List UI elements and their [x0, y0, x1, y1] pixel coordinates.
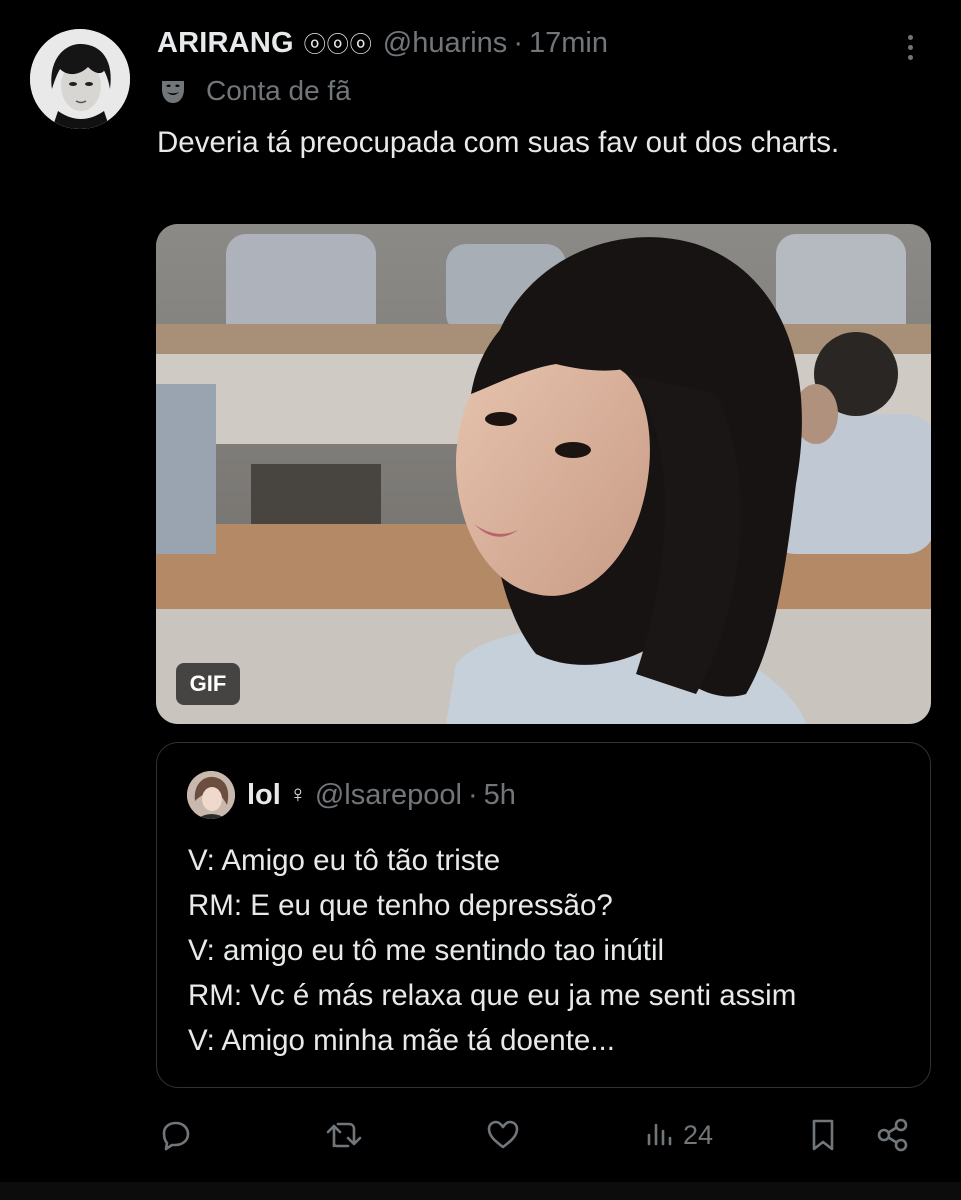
- views-count: 24: [683, 1119, 714, 1150]
- separator-dot: ·: [467, 778, 478, 811]
- repost-button[interactable]: [325, 1110, 363, 1160]
- like-button[interactable]: [485, 1110, 521, 1160]
- post[interactable]: ARIRANG ⓞⓞⓞ @huarins · 17min Conta de fã…: [0, 0, 961, 1200]
- separator-dot: ·: [513, 26, 523, 59]
- action-bar: 24: [0, 1110, 961, 1160]
- post-text: Deveria tá preocupada com suas fav out d…: [157, 126, 840, 159]
- quoted-avatar-image: [187, 771, 235, 819]
- quoted-time[interactable]: 5h: [484, 779, 516, 812]
- more-dot-icon: [907, 44, 913, 50]
- theater-mask-icon: [162, 81, 184, 103]
- share-button[interactable]: [875, 1110, 911, 1160]
- gif-frame-image: [156, 224, 931, 724]
- quoted-post-text: V: Amigo eu tô tão triste RM: E eu que t…: [188, 838, 908, 1063]
- heart-icon: [487, 1120, 519, 1149]
- author-display-name[interactable]: ARIRANG: [157, 27, 294, 60]
- quoted-line: V: amigo eu tô me sentindo tao inútil: [188, 934, 665, 967]
- quoted-line: V: Amigo eu tô tão triste: [188, 844, 501, 877]
- quoted-line: V: Amigo minha mãe tá doente...: [188, 1024, 615, 1057]
- reply-icon: [162, 1121, 190, 1151]
- account-label-text: Conta de fã: [206, 75, 351, 106]
- account-label[interactable]: Conta de fã: [158, 74, 351, 108]
- more-options-button[interactable]: [897, 30, 923, 64]
- quoted-post-header: lol ♀ @lsarepool · 5h: [187, 771, 516, 819]
- bottom-divider: [0, 1182, 961, 1200]
- gif-badge: GIF: [176, 663, 240, 705]
- post-media-gif[interactable]: GIF: [156, 224, 931, 724]
- views-button[interactable]: 24: [645, 1110, 713, 1160]
- quoted-display-name[interactable]: lol: [247, 779, 281, 812]
- quoted-handle[interactable]: @lsarepool: [315, 779, 462, 812]
- quoted-post[interactable]: lol ♀ @lsarepool · 5h V: Amigo eu tô tão…: [156, 742, 931, 1088]
- post-time[interactable]: 17min: [529, 27, 608, 60]
- post-header: ARIRANG ⓞⓞⓞ @huarins · 17min: [157, 26, 608, 60]
- avatar-image: [30, 29, 130, 129]
- quoted-line: RM: Vc é más relaxa que eu ja me senti a…: [188, 979, 797, 1012]
- author-avatar[interactable]: [30, 29, 130, 129]
- quoted-author-avatar[interactable]: [187, 771, 235, 819]
- reply-button[interactable]: [158, 1110, 192, 1160]
- quoted-line: RM: E eu que tenho depressão?: [188, 889, 613, 922]
- bookmark-icon: [812, 1119, 834, 1151]
- more-dot-icon: [907, 34, 913, 40]
- repost-icon: [326, 1122, 362, 1148]
- female-sign-icon: ♀: [288, 781, 307, 808]
- author-handle[interactable]: @huarins: [383, 27, 508, 60]
- author-name-emoji: ⓞⓞⓞ: [303, 32, 373, 57]
- more-dot-icon: [907, 54, 913, 60]
- bookmark-button[interactable]: [808, 1110, 838, 1160]
- views-chart-icon: [647, 1123, 672, 1146]
- share-icon: [877, 1118, 908, 1152]
